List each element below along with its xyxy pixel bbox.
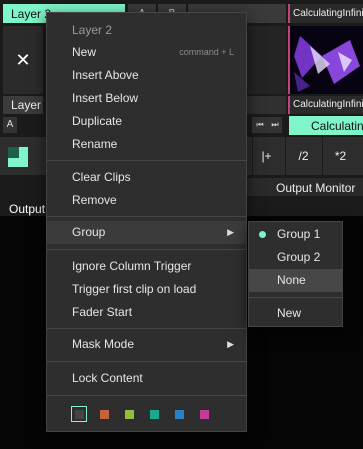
menu-title: Layer 2 <box>72 23 113 37</box>
double-speed-button[interactable]: *2 <box>322 137 358 175</box>
insert-button[interactable]: |+ <box>252 137 280 175</box>
menu-item-rename[interactable]: Rename <box>47 133 246 156</box>
color-swatch[interactable] <box>200 410 209 419</box>
clip-trigger-button[interactable]: Calculating <box>289 116 363 135</box>
menu-item-group-label: Group <box>72 225 106 239</box>
menu-item-trigger-first-clip[interactable]: Trigger first clip on load <box>47 278 246 301</box>
menu-item-lock-content[interactable]: Lock Content <box>47 367 246 390</box>
menu-item-remove[interactable]: Remove <box>47 189 246 212</box>
menu-item-insert-above[interactable]: Insert Above <box>47 64 246 87</box>
menu-item-new-shortcut: command + L <box>179 47 234 57</box>
clip-thumbnail-image <box>290 26 363 94</box>
menu-separator <box>47 249 246 250</box>
color-swatch[interactable] <box>150 410 159 419</box>
submenu-item-new[interactable]: New <box>249 302 342 325</box>
output-monitor-header[interactable]: Output Monitor <box>240 178 363 196</box>
submenu-item-group-1[interactable]: Group 1 <box>249 223 342 246</box>
menu-item-group[interactable]: Group ▶ <box>47 221 246 244</box>
layer-color-icon-inner <box>8 147 19 158</box>
selected-bullet-icon <box>259 231 266 238</box>
menu-separator <box>47 160 246 161</box>
menu-item-ignore-column-trigger[interactable]: Ignore Column Trigger <box>47 255 246 278</box>
menu-item-mask-mode[interactable]: Mask Mode ▶ <box>47 333 246 356</box>
deck-a-button[interactable]: A <box>3 117 17 133</box>
color-swatch[interactable] <box>100 410 109 419</box>
layer-color-icon[interactable] <box>8 147 28 167</box>
menu-separator <box>47 216 246 217</box>
color-swatch[interactable] <box>125 410 134 419</box>
color-swatch[interactable] <box>75 410 84 419</box>
clip-title-bottom[interactable]: CalculatingInfinit... <box>288 96 363 114</box>
menu-item-duplicate[interactable]: Duplicate <box>47 110 246 133</box>
menu-separator <box>47 361 246 362</box>
menu-separator <box>47 395 246 396</box>
menu-item-new[interactable]: New command + L <box>47 41 246 64</box>
clip-thumbnail[interactable] <box>288 26 363 94</box>
menu-item-new-label: New <box>72 45 97 59</box>
previous-icon[interactable]: ⏮ <box>252 117 268 133</box>
menu-item-insert-below[interactable]: Insert Below <box>47 87 246 110</box>
half-speed-button[interactable]: /2 <box>285 137 321 175</box>
close-icon[interactable]: ✕ <box>3 26 43 94</box>
submenu-item-none[interactable]: None <box>249 269 342 292</box>
submenu-arrow-icon: ▶ <box>227 339 234 349</box>
clip-title-top[interactable]: CalculatingInfinit... <box>288 4 363 23</box>
group-submenu: Group 1 Group 2 None New <box>248 221 343 327</box>
submenu-arrow-icon: ▶ <box>227 227 234 237</box>
submenu-item-group-2[interactable]: Group 2 <box>249 246 342 269</box>
menu-item-mask-mode-label: Mask Mode <box>72 337 135 351</box>
menu-item-clear-clips[interactable]: Clear Clips <box>47 166 246 189</box>
layer-label[interactable]: Layer <box>3 96 43 114</box>
menu-separator <box>47 328 246 329</box>
color-swatch[interactable] <box>175 410 184 419</box>
submenu-separator <box>249 297 342 298</box>
submenu-item-group-1-label: Group 1 <box>277 227 321 241</box>
layer-context-menu: Layer 2 New command + L Insert Above Ins… <box>46 12 247 432</box>
menu-item-fader-start[interactable]: Fader Start <box>47 301 246 324</box>
next-icon[interactable]: ⏭ <box>268 117 282 133</box>
